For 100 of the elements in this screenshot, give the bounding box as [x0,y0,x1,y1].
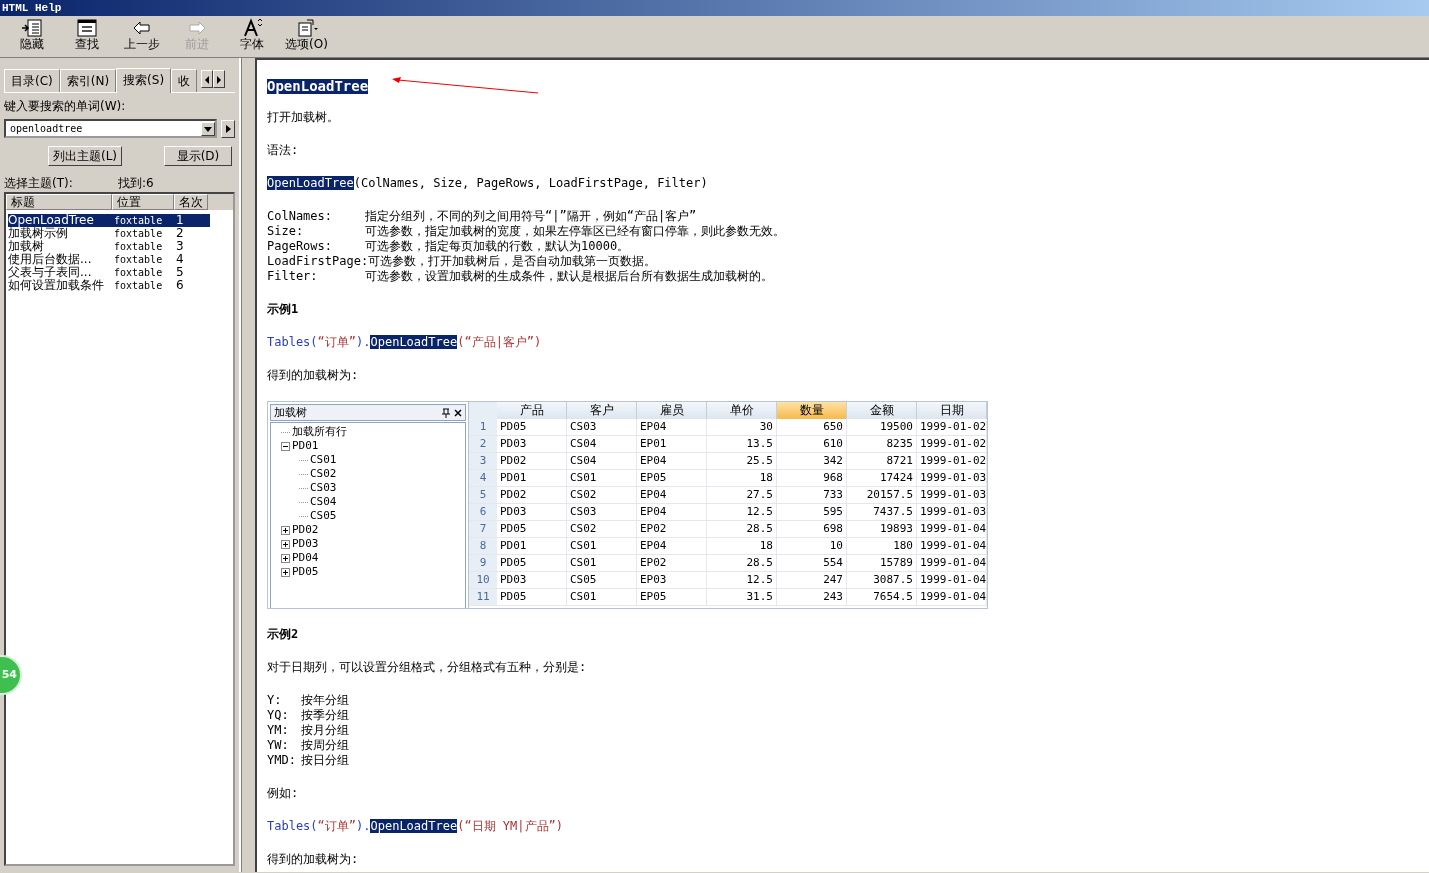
row-number: 8 [469,538,497,554]
dotted-line-icon [299,458,308,462]
column-header[interactable]: 金额 [847,402,917,419]
dotted-line-icon [299,486,308,490]
panel-arrow-icon [19,18,44,38]
tree-node[interactable]: PD01 [281,439,465,453]
table-cell: 25.5 [707,453,777,469]
table-cell: PD01 [497,538,567,554]
section-title: 示例1 [267,302,300,317]
window-title: HTML Help [0,0,1429,16]
table-cell: 968 [777,470,847,486]
table-cell: 8235 [847,436,917,452]
result-row[interactable]: OpenLoadTree foxtable 1 [8,214,231,227]
paragraph: 打开加载树。 [267,110,340,125]
table-cell: CS02 [567,487,637,503]
column-header[interactable]: 数量 [777,402,847,419]
table-cell: EP04 [637,538,707,554]
param-description: 按日分组 [301,753,349,768]
tree-node[interactable]: PD04 [281,551,465,565]
table-cell: PD03 [497,572,567,588]
table-cell: PD01 [497,470,567,486]
tab[interactable]: 索引(N) [59,69,117,92]
push-button[interactable]: 显示(D) [164,146,232,166]
row-number: 7 [469,521,497,537]
result-row[interactable]: 如何设置加载条件 foxtable 6 [8,279,231,292]
search-field[interactable]: openloadtree [4,119,217,138]
tab[interactable]: 目录(C) [4,69,60,92]
field-label: 键入要搜索的单词(W): [4,98,127,115]
result-row[interactable]: 父表与子表同... foxtable 5 [8,266,231,279]
scroll-left-button[interactable] [201,70,214,88]
dotted-line-icon [299,514,308,518]
column-header[interactable]: 客户 [567,402,637,419]
param-description: 按周分组 [301,738,349,753]
code-line: Tables(“订单”).OpenLoadTree(“日期 YM|产品”) [267,819,564,834]
toolbar-button[interactable]: 字体 [224,16,279,57]
table-cell: PD05 [497,521,567,537]
result-row[interactable]: 加载树示例 foxtable 2 [8,227,231,240]
plus-box-icon[interactable] [281,553,290,563]
tree-node[interactable]: CS04 [299,495,465,509]
column-header[interactable]: 名次 [174,194,208,210]
table-cell: 18 [707,470,777,486]
tree-node[interactable]: PD03 [281,537,465,551]
table-cell: EP04 [637,504,707,520]
tree-node[interactable]: CS02 [299,467,465,481]
tree-node[interactable]: CS01 [299,453,465,467]
param-description: 可选参数，指定每页加载的行数，默认为10000。 [365,239,630,254]
param-description: 可选参数，设置加载树的生成条件，默认是根据后台所有数据生成加载树的。 [365,269,773,284]
code-line: Tables(“订单”).OpenLoadTree(“产品|客户”) [267,335,543,350]
column-header[interactable]: 雇员 [637,402,707,419]
page-heading: OpenLoadTree [267,78,369,94]
tree-node[interactable]: 加载所有行 [281,425,465,439]
table-cell: 8721 [847,453,917,469]
table-cell: EP05 [637,589,707,605]
row-number: 3 [469,453,497,469]
paragraph: 得到的加载树为: [267,852,360,867]
tree-node[interactable]: CS03 [299,481,465,495]
plus-box-icon[interactable] [281,525,290,535]
table-cell: PD02 [497,487,567,503]
push-button[interactable]: 列出主题(L) [48,146,123,166]
result-row[interactable]: 加载树 foxtable 3 [8,240,231,253]
tab[interactable]: 收 [171,69,198,92]
scroll-right-button[interactable] [213,70,226,88]
row-number: 11 [469,589,497,605]
column-header[interactable]: 位置 [112,194,174,210]
table-cell: 180 [847,538,917,554]
table-cell: 3087.5 [847,572,917,588]
plus-box-icon[interactable] [281,539,290,549]
menu-arrow-button[interactable] [221,119,235,138]
pin-icon[interactable] [442,407,450,418]
table-cell: 1999-01-02 [917,419,987,435]
table-cell: 733 [777,487,847,503]
section-title: 示例2 [267,627,300,642]
tree-node[interactable]: PD02 [281,523,465,537]
column-header[interactable]: 产品 [497,402,567,419]
row-number: 5 [469,487,497,503]
param-name: YW: [267,738,290,753]
table-cell: EP04 [637,453,707,469]
minus-box-icon[interactable] [281,441,290,451]
table-cell: 7654.5 [847,589,917,605]
toolbar-button[interactable]: 上一步 [114,16,169,57]
tab[interactable]: 搜索(S) [116,68,172,93]
table-cell: PD05 [497,555,567,571]
param-description: 按月分组 [301,723,349,738]
toolbar-button[interactable]: 隐藏 [4,16,59,57]
table-cell: 1999-01-03 [917,470,987,486]
plus-box-icon[interactable] [281,567,290,577]
column-header[interactable]: 标题 [6,194,112,210]
tree-node[interactable]: CS05 [299,509,465,523]
table-cell: 19500 [847,419,917,435]
toolbar-button[interactable]: 选项(O) [279,16,334,57]
dotted-line-icon [299,472,308,476]
paragraph: 语法: [267,143,300,158]
paragraph: 例如: [267,786,300,801]
result-row[interactable]: 使用后台数据... foxtable 4 [8,253,231,266]
row-number: 9 [469,555,497,571]
dotted-line-icon [281,430,290,434]
toolbar-button[interactable]: 查找 [59,16,114,57]
close-icon[interactable] [454,408,462,417]
column-header[interactable]: 日期 [917,402,987,419]
tree-node[interactable]: PD05 [281,565,465,579]
